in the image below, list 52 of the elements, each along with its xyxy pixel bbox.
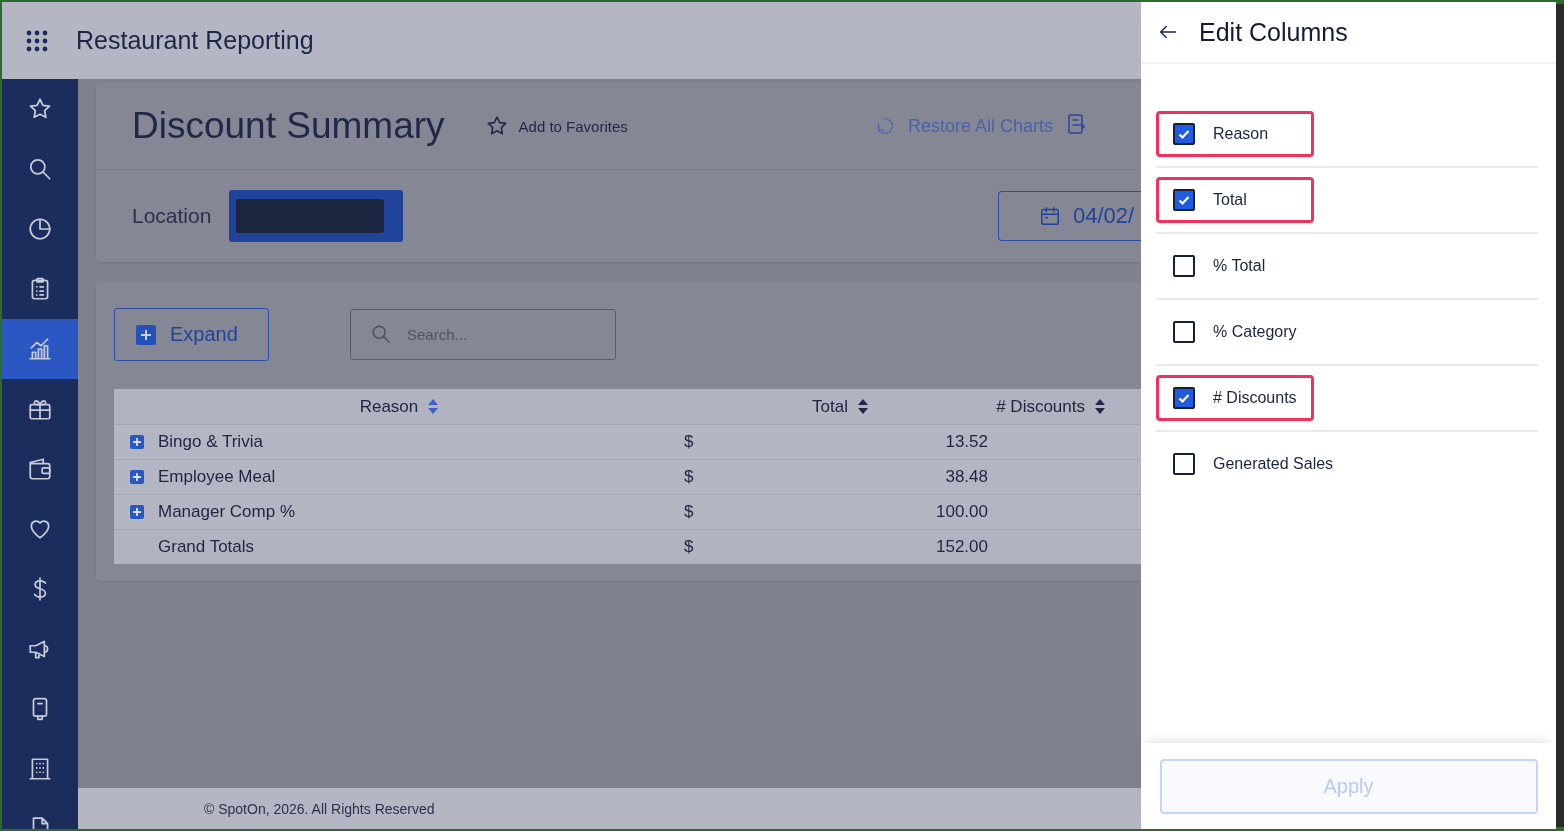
- copyright-text: © SpotOn, 2026. All Rights Reserved: [204, 800, 435, 817]
- search-icon: [370, 323, 392, 345]
- check-icon: [1177, 391, 1191, 405]
- calendar-icon: [1039, 205, 1061, 227]
- plus-icon: [136, 324, 156, 345]
- column-option[interactable]: Reason: [1156, 111, 1314, 157]
- checkbox[interactable]: [1173, 387, 1195, 409]
- table-cell: Bingo & Trivia: [158, 432, 263, 452]
- panel-title: Edit Columns: [1199, 17, 1348, 47]
- column-option[interactable]: Total: [1156, 177, 1314, 223]
- sort-icon[interactable]: [1095, 399, 1105, 414]
- column-header: Total: [812, 396, 848, 417]
- check-icon: [1177, 193, 1191, 207]
- sort-icon[interactable]: [858, 399, 868, 414]
- checkbox[interactable]: [1173, 255, 1195, 277]
- app-title: Restaurant Reporting: [76, 26, 314, 55]
- apps-menu-icon[interactable]: [26, 29, 48, 52]
- column-header: # Discounts: [996, 396, 1085, 417]
- table-cell: 100.00: [936, 502, 988, 521]
- checkbox[interactable]: [1173, 453, 1195, 475]
- table-cell: 152.00: [936, 537, 988, 556]
- table-cell: $: [684, 432, 694, 451]
- table-cell: Manager Comp %: [158, 502, 295, 522]
- table-cell: 38.48: [945, 467, 988, 486]
- table-cell: 13.52: [945, 432, 988, 451]
- column-option[interactable]: # Discounts: [1156, 375, 1314, 421]
- check-icon: [1177, 127, 1191, 141]
- column-header: Reason: [359, 396, 419, 417]
- sidebar-item[interactable]: [2, 319, 78, 379]
- checkbox[interactable]: [1173, 123, 1195, 145]
- bar-chart-icon: [27, 336, 53, 362]
- expand-row-icon[interactable]: [130, 435, 144, 449]
- table-cell: Employee Meal: [158, 467, 276, 487]
- expand-row-icon[interactable]: [130, 470, 144, 484]
- pie-chart-icon: [27, 216, 53, 242]
- building-icon: [27, 756, 53, 782]
- checkbox[interactable]: [1173, 321, 1195, 343]
- add-to-favorites-link[interactable]: Add to Favorites: [518, 117, 628, 135]
- expand-row-icon[interactable]: [130, 505, 144, 519]
- star-icon: [484, 114, 509, 138]
- location-label: Location: [132, 204, 212, 228]
- table-cell: $: [684, 467, 694, 486]
- table-cell: $: [684, 537, 694, 556]
- column-option[interactable]: % Total: [1156, 243, 1314, 289]
- column-option[interactable]: % Category: [1156, 309, 1314, 355]
- table-cell: Grand Totals: [158, 537, 255, 557]
- search-icon: [27, 156, 53, 182]
- table-cell: $: [684, 502, 694, 521]
- checkbox[interactable]: [1173, 189, 1195, 211]
- report-title: Discount Summary: [132, 105, 445, 147]
- column-option[interactable]: Generated Sales: [1156, 441, 1345, 487]
- wallet-icon: [27, 456, 53, 482]
